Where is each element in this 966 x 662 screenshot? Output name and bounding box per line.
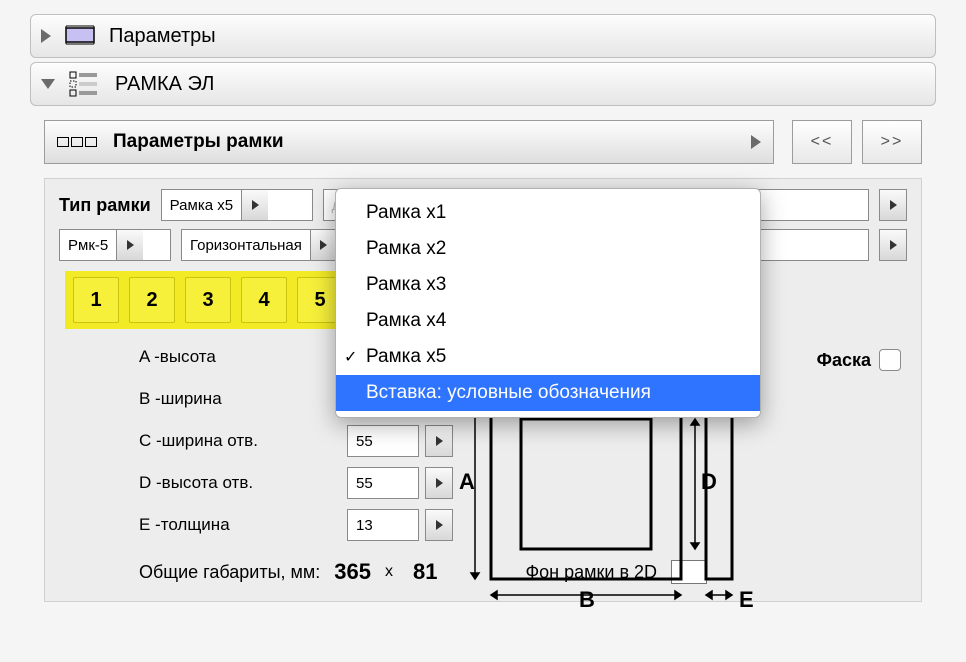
dims-x: x [385, 563, 393, 581]
nav-prev-button[interactable]: << [792, 120, 852, 164]
panel-title: Параметры рамки [113, 131, 284, 153]
section-parameters[interactable]: Параметры [30, 14, 936, 58]
dim-d-more-button[interactable] [425, 467, 453, 499]
module-tab-2[interactable]: 2 [129, 277, 175, 323]
dropdown-item[interactable]: Рамка х1 [336, 195, 760, 231]
dropdown-icon[interactable] [241, 190, 268, 220]
dim-e-label: E -толщина [139, 515, 339, 535]
check-icon: ✓ [344, 347, 357, 367]
svg-text:E: E [739, 587, 754, 609]
section-title: РАМКА ЭЛ [115, 73, 214, 96]
parameters-icon [65, 25, 95, 47]
section-title: Параметры [109, 25, 216, 48]
dim-d-input[interactable]: 55 [347, 467, 419, 499]
chamfer-label: Фаска [817, 350, 871, 371]
section-frame-el[interactable]: РАМКА ЭЛ [30, 62, 936, 106]
frame-type-combo[interactable]: Рамка х5 [161, 189, 313, 221]
frame-type-label: Тип рамки [59, 195, 151, 216]
svg-text:D: D [701, 469, 717, 494]
dropdown-item[interactable]: Рамка х4 [336, 303, 760, 339]
module-tab-4[interactable]: 4 [241, 277, 287, 323]
frame-code-combo[interactable]: Рмк-5 [59, 229, 171, 261]
nav-next-button[interactable]: >> [862, 120, 922, 164]
dim-a-label: A -высота [139, 347, 339, 367]
dim-e-more-button[interactable] [425, 509, 453, 541]
dim-c-input[interactable]: 55 [347, 425, 419, 457]
overall-dims-label: Общие габариты, мм: [139, 562, 320, 583]
frame-row-icon [57, 137, 97, 147]
disclosure-down-icon [41, 79, 55, 89]
dropdown-item-highlighted[interactable]: Вставка: условные обозначения [336, 375, 760, 411]
dropdown-icon[interactable] [310, 230, 337, 260]
module-tabs: 1 2 3 4 5 [65, 271, 381, 329]
frame-type-value: Рамка х5 [162, 197, 241, 214]
disclosure-right-icon [41, 29, 51, 43]
module-tab-3[interactable]: 3 [185, 277, 231, 323]
frame-code-value: Рмк-5 [60, 237, 116, 254]
overall-height: 81 [413, 559, 437, 585]
dim-c-more-button[interactable] [425, 425, 453, 457]
chamfer-checkbox[interactable] [879, 349, 901, 371]
frame-list-icon [69, 71, 101, 97]
dim-e-input[interactable]: 13 [347, 509, 419, 541]
svg-text:A: A [459, 469, 475, 494]
overall-width: 365 [334, 559, 371, 585]
dim-d-label: D -высота отв. [139, 473, 339, 493]
orientation-value: Горизонтальная [182, 237, 310, 254]
dim-c-label: C -ширина отв. [139, 431, 339, 451]
module-tab-1[interactable]: 1 [73, 277, 119, 323]
chevron-right-icon [751, 135, 761, 149]
chamfer-row: Фаска [817, 349, 901, 371]
dropdown-item-selected[interactable]: ✓Рамка х5 [336, 339, 760, 375]
dropdown-item[interactable]: Рамка х3 [336, 267, 760, 303]
frame-desc-more-button[interactable] [879, 189, 907, 221]
panel-header[interactable]: Параметры рамки [44, 120, 774, 164]
dropdown-icon[interactable] [116, 230, 143, 260]
placement-more-button[interactable] [879, 229, 907, 261]
svg-text:B: B [579, 587, 595, 609]
dropdown-item[interactable]: Рамка х2 [336, 231, 760, 267]
dim-b-label: B -ширина [139, 389, 339, 409]
frame-type-dropdown-popup: Рамка х1 Рамка х2 Рамка х3 Рамка х4 ✓Рам… [335, 188, 761, 418]
